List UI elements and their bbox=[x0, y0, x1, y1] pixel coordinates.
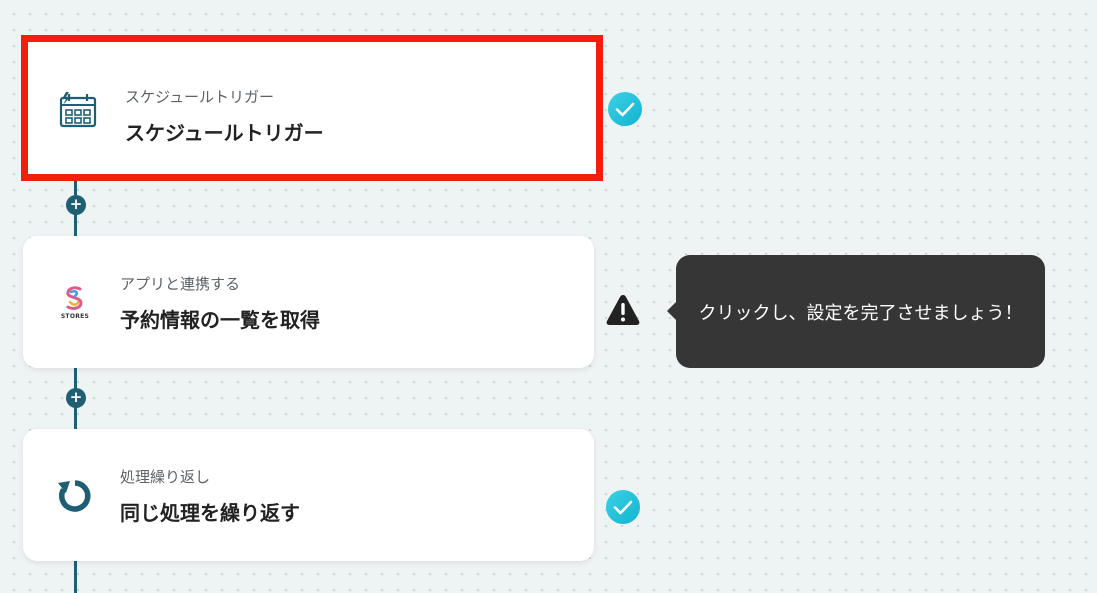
step-card-loop[interactable]: 処理繰り返し 同じ処理を繰り返す bbox=[23, 429, 594, 561]
step-title: スケジュールトリガー bbox=[125, 121, 324, 145]
step-card-schedule-trigger[interactable]: スケジュールトリガー スケジュールトリガー bbox=[21, 35, 603, 181]
step-title: 予約情報の一覧を取得 bbox=[120, 308, 320, 332]
stores-logo: STORES bbox=[53, 280, 97, 324]
check-circle-icon bbox=[607, 91, 643, 127]
step-subtitle: アプリと連携する bbox=[120, 275, 241, 293]
step-subtitle: 処理繰り返し bbox=[120, 468, 211, 486]
step-card-stores[interactable]: STORES アプリと連携する 予約情報の一覧を取得 bbox=[23, 236, 594, 368]
setup-hint-tooltip: クリックし、設定を完了させましょう！ bbox=[667, 255, 1045, 368]
check-circle-icon bbox=[605, 489, 641, 525]
loop-icon bbox=[53, 473, 97, 517]
warning-icon bbox=[605, 293, 641, 329]
stores-logo-text: STORES bbox=[60, 312, 90, 320]
add-step-button[interactable]: + bbox=[66, 195, 86, 215]
calendar-schedule-icon bbox=[56, 89, 100, 133]
add-step-button[interactable]: + bbox=[66, 388, 86, 408]
step-title: 同じ処理を繰り返す bbox=[120, 501, 300, 525]
step-subtitle: スケジュールトリガー bbox=[125, 88, 274, 106]
tooltip-text: クリックし、設定を完了させましょう！ bbox=[698, 302, 1023, 324]
